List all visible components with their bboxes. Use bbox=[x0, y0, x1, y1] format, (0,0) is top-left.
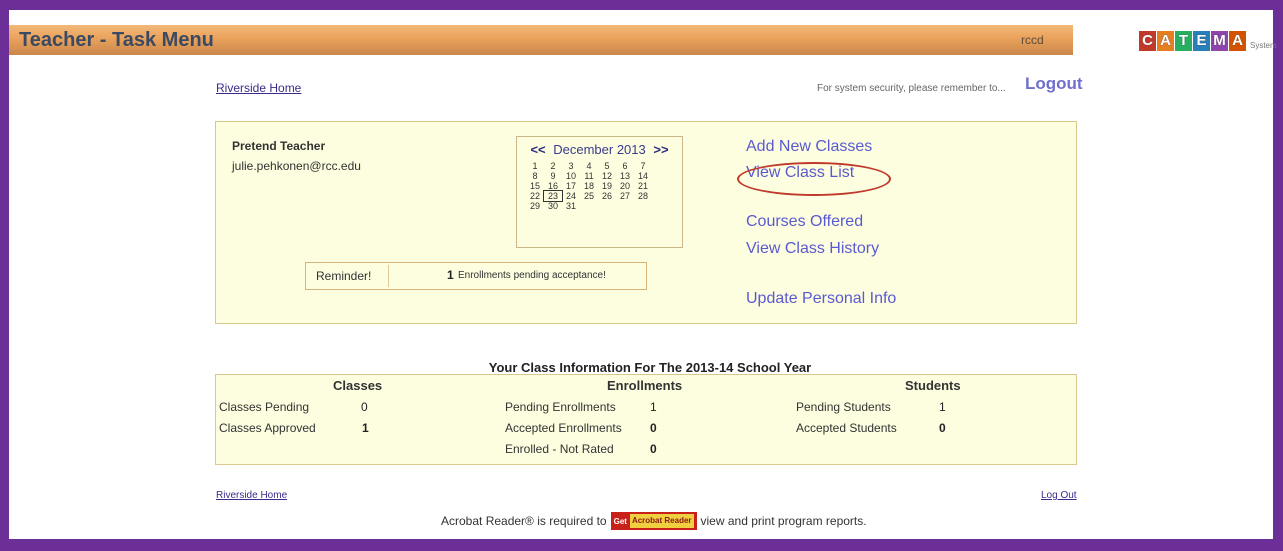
calendar-prev-button[interactable]: << bbox=[530, 142, 545, 157]
calendar-day[interactable]: 15 bbox=[526, 181, 544, 191]
calendar-day[interactable]: 9 bbox=[544, 171, 562, 181]
calendar-day[interactable]: 29 bbox=[526, 201, 544, 211]
calendar-day[interactable]: 18 bbox=[580, 181, 598, 191]
calendar-day[interactable]: 11 bbox=[580, 171, 598, 181]
enrolled-not-rated-value: 0 bbox=[650, 442, 657, 456]
add-new-classes-link[interactable]: Add New Classes bbox=[746, 138, 872, 156]
highlight-circle bbox=[737, 162, 891, 196]
classes-pending-label: Classes Pending bbox=[219, 400, 310, 414]
calendar-day[interactable]: 8 bbox=[526, 171, 544, 181]
page-title: Teacher - Task Menu bbox=[19, 29, 214, 51]
calendar-day-today[interactable]: 23 bbox=[543, 190, 563, 202]
calendar-day[interactable]: 10 bbox=[562, 171, 580, 181]
calendar-day[interactable]: 31 bbox=[562, 201, 580, 211]
calendar-day[interactable]: 28 bbox=[634, 191, 652, 201]
username-label: rccd bbox=[1021, 33, 1044, 47]
calendar-day[interactable]: 20 bbox=[616, 181, 634, 191]
calendar-days-grid: 1 2 3 4 5 6 7 8 9 10 11 12 13 14 15 16 17 18 19 20 21 22 23 24 2… bbox=[526, 161, 652, 211]
accepted-students-label: Accepted Students bbox=[796, 421, 897, 435]
logo-letter: M bbox=[1211, 31, 1228, 51]
footer-logout-link[interactable]: Log Out bbox=[1041, 490, 1077, 501]
students-header: Students bbox=[905, 378, 961, 393]
calendar-day[interactable]: 24 bbox=[562, 191, 580, 201]
classes-approved-value: 1 bbox=[362, 421, 369, 435]
enrolled-not-rated-label: Enrolled - Not Rated bbox=[505, 442, 614, 456]
pending-enrollments-value: 1 bbox=[650, 400, 657, 414]
riverside-home-link[interactable]: Riverside Home bbox=[216, 81, 301, 95]
reminder-message: Enrollments pending acceptance! bbox=[458, 270, 606, 281]
calendar-month-label: December 2013 bbox=[553, 142, 646, 157]
teacher-name: Pretend Teacher bbox=[232, 139, 326, 153]
security-message: For system security, please remember to.… bbox=[817, 83, 1006, 94]
calendar-day[interactable]: 2 bbox=[544, 161, 562, 171]
reminder-label: Reminder! bbox=[316, 269, 372, 283]
logo-letter: A bbox=[1157, 31, 1174, 51]
title-bar: Teacher - Task Menu rccd bbox=[9, 25, 1073, 55]
pending-students-label: Pending Students bbox=[796, 400, 891, 414]
update-personal-info-link[interactable]: Update Personal Info bbox=[746, 290, 896, 308]
logo-letter: A bbox=[1229, 31, 1246, 51]
pending-enrollments-label: Pending Enrollments bbox=[505, 400, 616, 414]
logo-letter: C bbox=[1139, 31, 1156, 51]
calendar-day[interactable]: 30 bbox=[544, 201, 562, 211]
teacher-email: julie.pehkonen@rcc.edu bbox=[232, 159, 361, 173]
calendar-day[interactable]: 13 bbox=[616, 171, 634, 181]
calendar-day[interactable]: 14 bbox=[634, 171, 652, 181]
calendar-day[interactable]: 19 bbox=[598, 181, 616, 191]
catema-logo: C A T E M A System bbox=[1139, 25, 1277, 57]
calendar-day[interactable]: 26 bbox=[598, 191, 616, 201]
classes-approved-label: Classes Approved bbox=[219, 421, 316, 435]
accepted-enrollments-label: Accepted Enrollments bbox=[505, 421, 622, 435]
calendar-day[interactable]: 25 bbox=[580, 191, 598, 201]
logo-letters: C A T E M A bbox=[1139, 31, 1247, 51]
app-window: Teacher - Task Menu rccd C A T E M A Sys… bbox=[9, 10, 1277, 539]
calendar-day[interactable]: 27 bbox=[616, 191, 634, 201]
logo-subtitle: System bbox=[1250, 40, 1277, 50]
calendar-day[interactable]: 6 bbox=[616, 161, 634, 171]
calendar-day[interactable]: 5 bbox=[598, 161, 616, 171]
calendar-next-button[interactable]: >> bbox=[653, 142, 668, 157]
acrobat-badge-reader: Acrobat Reader bbox=[629, 514, 694, 528]
accepted-students-value: 0 bbox=[939, 421, 946, 435]
logo-letter: T bbox=[1175, 31, 1192, 51]
reminder-divider bbox=[388, 265, 389, 287]
pending-students-value: 1 bbox=[939, 400, 946, 414]
acrobat-text-before: Acrobat Reader® is required to bbox=[441, 514, 607, 528]
view-class-history-link[interactable]: View Class History bbox=[746, 240, 879, 258]
courses-offered-link[interactable]: Courses Offered bbox=[746, 213, 863, 231]
accepted-enrollments-value: 0 bbox=[650, 421, 657, 435]
calendar-day[interactable]: 12 bbox=[598, 171, 616, 181]
calendar-day[interactable]: 22 bbox=[526, 191, 544, 201]
calendar-day[interactable]: 21 bbox=[634, 181, 652, 191]
classes-pending-value: 0 bbox=[361, 400, 368, 414]
calendar-day[interactable]: 16 bbox=[544, 181, 562, 191]
logo-letter: E bbox=[1193, 31, 1210, 51]
calendar-day[interactable]: 4 bbox=[580, 161, 598, 171]
acrobat-notice: Acrobat Reader® is required to Get Acrob… bbox=[441, 512, 867, 530]
calendar-widget: << December 2013 >> 1 2 3 4 5 6 7 8 9 10 11 12 13 14 1… bbox=[516, 136, 683, 248]
acrobat-badge-get: Get bbox=[613, 516, 627, 526]
calendar-day[interactable]: 7 bbox=[634, 161, 652, 171]
class-info-panel: Classes Enrollments Students Classes Pen… bbox=[215, 374, 1077, 465]
get-acrobat-reader-icon[interactable]: Get Acrobat Reader bbox=[610, 512, 697, 530]
reminder-count: 1 bbox=[447, 268, 454, 282]
reminder-box: Reminder! 1 Enrollments pending acceptan… bbox=[305, 262, 647, 290]
footer-riverside-home-link[interactable]: Riverside Home bbox=[216, 490, 287, 501]
calendar-day[interactable]: 17 bbox=[562, 181, 580, 191]
calendar-day[interactable]: 3 bbox=[562, 161, 580, 171]
class-info-title: Your Class Information For The 2013-14 S… bbox=[488, 360, 812, 375]
classes-header: Classes bbox=[333, 378, 383, 393]
teacher-panel: Pretend Teacher julie.pehkonen@rcc.edu <… bbox=[215, 121, 1077, 324]
calendar-day[interactable]: 1 bbox=[526, 161, 544, 171]
logout-link[interactable]: Logout bbox=[1025, 74, 1083, 94]
calendar-header: << December 2013 >> bbox=[517, 142, 682, 157]
acrobat-text-after: view and print program reports. bbox=[700, 514, 867, 528]
enrollments-header: Enrollments bbox=[607, 378, 683, 393]
